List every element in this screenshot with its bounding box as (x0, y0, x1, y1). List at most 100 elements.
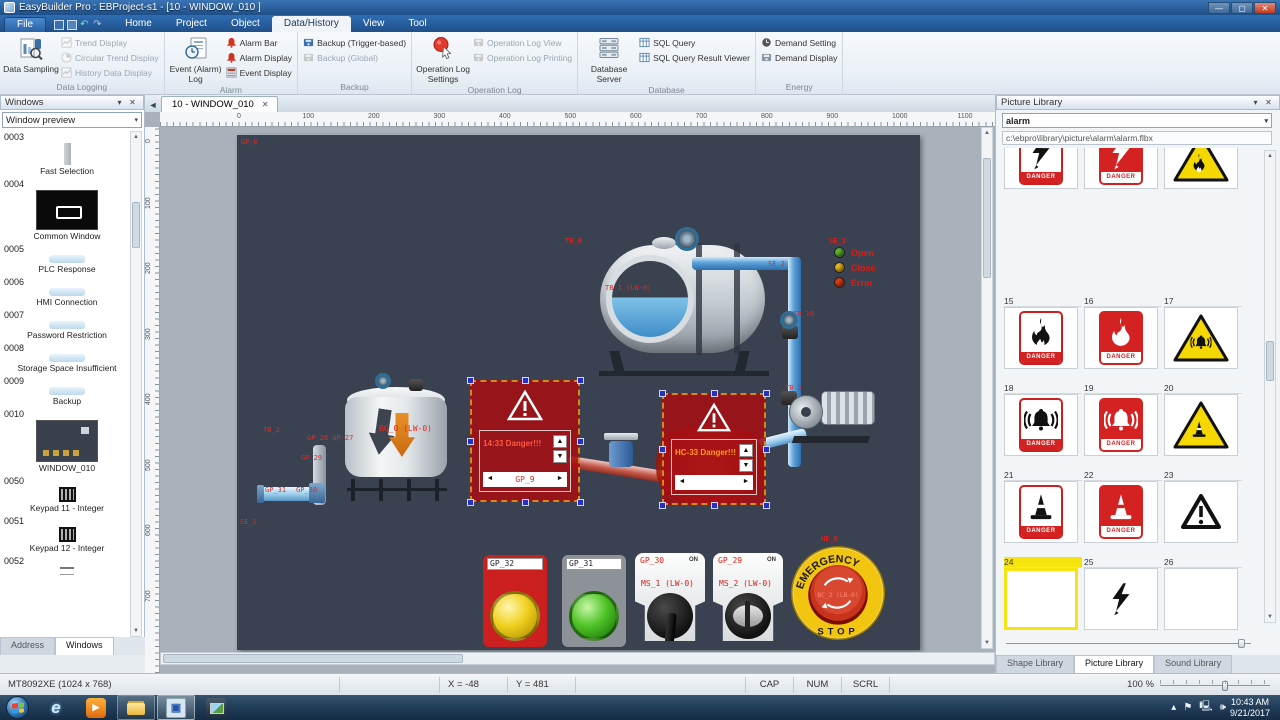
window-preview-dropdown[interactable]: Window preview ▾ (2, 112, 142, 128)
taskbar-button-wmp[interactable]: ▶ (77, 695, 115, 720)
ribbon-tab-data-history[interactable]: Data/History (272, 16, 351, 32)
taskbar-button-ie[interactable]: e (37, 695, 75, 720)
scroll-up-icon[interactable]: ▲ (131, 134, 141, 140)
ribbon-button-db-server[interactable]: Database Server (581, 34, 637, 84)
ribbon-button-sql-query[interactable]: SQL Query (637, 36, 752, 50)
rotary-key[interactable] (733, 605, 763, 627)
window-list-item-0052[interactable]: 0052 (0, 555, 130, 578)
window-list-item-0004[interactable]: 0004 Common Window (0, 178, 130, 243)
window-list-item-0007[interactable]: 0007 Password Restriction (0, 309, 130, 342)
window-list-item-0003[interactable]: 0003 Fast Selection (0, 131, 130, 178)
picture-item-23[interactable]: 23 (1164, 470, 1242, 543)
picture-item-13[interactable]: .DANGER (1084, 148, 1162, 189)
picture-item-22[interactable]: 22DANGER (1084, 470, 1162, 543)
scroll-right-button[interactable]: ► (739, 476, 753, 489)
network-icon[interactable]: 🖳 (1199, 699, 1212, 716)
document-tab[interactable]: 10 - WINDOW_010 ✕ (161, 96, 278, 112)
file-menu-button[interactable]: File (4, 17, 46, 32)
scrollbar-thumb[interactable] (1266, 341, 1274, 381)
library-tab-shape-library[interactable]: Shape Library (996, 655, 1074, 673)
scroll-down-icon[interactable]: ▼ (131, 628, 141, 634)
scroll-left-button[interactable]: ◄ (675, 476, 689, 489)
selection-handle[interactable] (763, 502, 770, 509)
selection-handle[interactable] (659, 446, 666, 453)
ribbon-tab-view[interactable]: View (351, 16, 397, 32)
vertical-tank[interactable] (345, 387, 447, 483)
lever-switch[interactable]: GP_30 ON MS_1 (LW-0) (635, 553, 705, 641)
close-button[interactable]: ✕ (1254, 2, 1276, 14)
alarm-display-object-2[interactable]: HC-33 Danger!!! ▲▼ ◄ ► (662, 393, 766, 505)
picture-item-18[interactable]: 18DANGER (1004, 383, 1082, 456)
window-list-item-0010[interactable]: 0010 WINDOW_010 (0, 408, 130, 475)
redo-icon[interactable]: ↷ (93, 20, 103, 30)
maximize-button[interactable]: ▢ (1231, 2, 1253, 14)
window-list-item-0005[interactable]: 0005 PLC Response (0, 243, 130, 276)
tab-close-icon[interactable]: ✕ (262, 100, 269, 109)
scroll-down-button[interactable]: ▼ (739, 459, 753, 472)
panel-menu-icon[interactable]: ▾ (113, 98, 126, 107)
picture-item-12[interactable]: .DANGER (1004, 148, 1082, 189)
taskbar-button-folder[interactable] (117, 695, 155, 720)
scrollbar-thumb[interactable] (983, 158, 991, 278)
ribbon-tab-tool[interactable]: Tool (396, 16, 438, 32)
ribbon-button-backup-trigger[interactable]: Backup (Trigger-based) (301, 36, 408, 50)
picture-item-21[interactable]: 21DANGER (1004, 470, 1082, 543)
ribbon-button-event-log[interactable]: Event (Alarm) Log (168, 34, 224, 84)
selection-handle[interactable] (522, 377, 529, 384)
scroll-up-icon[interactable]: ▲ (982, 130, 992, 136)
panel-tab-windows[interactable]: Windows (55, 637, 114, 655)
scroll-up-icon[interactable]: ▲ (1265, 153, 1275, 159)
zoom-slider[interactable] (1160, 680, 1270, 690)
ribbon-button-sql-viewer[interactable]: SQL Query Result Viewer (637, 51, 752, 65)
ribbon-button-event-display[interactable]: Event Display (224, 66, 294, 80)
selection-handle[interactable] (711, 390, 718, 397)
rotary-switch[interactable]: GP_29 ON MS_2 (LW-0) (713, 553, 783, 641)
ribbon-button-oplog-settings[interactable]: Operation Log Settings (415, 34, 471, 84)
library-tab-sound-library[interactable]: Sound Library (1154, 655, 1232, 673)
scrollbar-thumb[interactable] (132, 202, 140, 248)
window-list-item-0050[interactable]: 0050 Keypad 11 - Integer (0, 475, 130, 515)
panel-close-icon[interactable]: ✕ (1262, 98, 1275, 107)
library-select-dropdown[interactable]: alarm ▾ (1002, 113, 1272, 128)
action-center-flag-icon[interactable]: ⚑ (1183, 702, 1192, 713)
picture-size-slider[interactable] (1006, 639, 1251, 647)
scroll-up-button[interactable]: ▲ (739, 444, 753, 457)
ribbon-button-demand-display[interactable]: Demand Display (759, 51, 839, 65)
window-list-item-0008[interactable]: 0008 Storage Space Insufficient (0, 342, 130, 375)
valve-handwheel[interactable] (675, 227, 699, 251)
ribbon-button-data-sampling[interactable]: Data Sampling (3, 34, 59, 81)
selection-handle[interactable] (659, 390, 666, 397)
selection-handle[interactable] (711, 502, 718, 509)
undo-icon[interactable]: ↶ (80, 20, 90, 30)
alarm-display-object-1[interactable]: 14:33 Danger!!! ▲▼ ◄ GP_9 ► (470, 380, 580, 502)
selection-handle[interactable] (577, 377, 584, 384)
pilot-button-yellow[interactable]: GP_32 (483, 555, 547, 647)
panel-close-icon[interactable]: ✕ (126, 98, 139, 107)
ribbon-tab-home[interactable]: Home (113, 16, 164, 32)
valve-handwheel[interactable] (375, 373, 391, 389)
picture-item-15[interactable]: 15DANGER (1004, 296, 1082, 369)
scroll-left-button[interactable]: ◄ (483, 473, 497, 486)
canvas-vertical-scrollbar[interactable]: ▲ ▼ (981, 127, 993, 649)
ribbon-tab-object[interactable]: Object (219, 16, 272, 32)
green-lamp[interactable] (569, 591, 619, 641)
selection-handle[interactable] (577, 438, 584, 445)
save-all-icon[interactable] (67, 20, 77, 30)
selection-handle[interactable] (467, 377, 474, 384)
taskbar-button-viewer[interactable] (197, 695, 235, 720)
window-list-item-0009[interactable]: 0009 Backup (0, 375, 130, 408)
selection-handle[interactable] (522, 499, 529, 506)
picture-grid-scrollbar[interactable]: ▲ ▼ (1264, 150, 1276, 623)
valve[interactable] (409, 379, 423, 391)
tray-expand-icon[interactable]: ▴ (1171, 702, 1176, 713)
ribbon-button-alarm-bar[interactable]: Alarm Bar (224, 36, 294, 50)
library-path-field[interactable]: c:\ebpro\library\picture\alarm\alarm.flb… (1002, 131, 1272, 145)
scroll-up-button[interactable]: ▲ (553, 435, 567, 448)
scroll-down-button[interactable]: ▼ (553, 450, 567, 463)
selection-handle[interactable] (467, 438, 474, 445)
selection-handle[interactable] (763, 446, 770, 453)
library-tab-picture-library[interactable]: Picture Library (1074, 655, 1154, 673)
hmi-design-canvas[interactable]: OpenCloseError BG_0 (LW-0) (237, 135, 920, 650)
selection-handle[interactable] (577, 499, 584, 506)
scroll-right-button[interactable]: ► (553, 473, 567, 486)
